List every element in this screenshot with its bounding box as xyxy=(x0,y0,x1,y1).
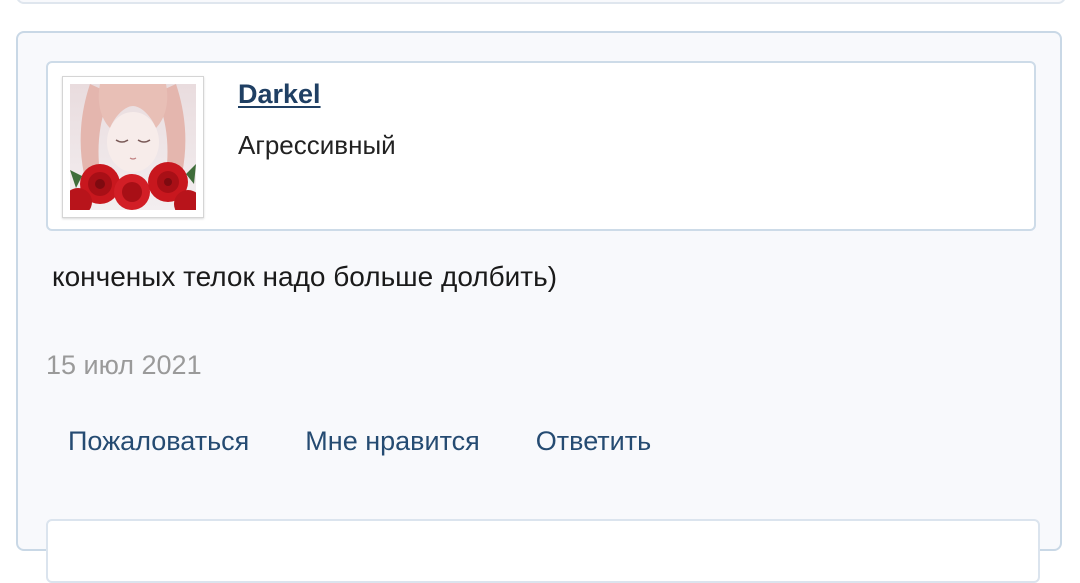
reply-button[interactable]: Ответить xyxy=(536,426,651,457)
post-message: конченых телок надо больше долбить) xyxy=(52,261,558,292)
like-button[interactable]: Мне нравится xyxy=(305,426,479,457)
anime-girl-roses-avatar-icon xyxy=(70,84,196,210)
next-block xyxy=(46,519,1040,583)
report-button[interactable]: Пожаловаться xyxy=(68,426,249,457)
author-name-link[interactable]: Darkel xyxy=(238,79,321,110)
post-card: Darkel Агрессивный конченых телок надо б… xyxy=(16,31,1062,583)
avatar[interactable] xyxy=(62,76,204,218)
previous-post-card xyxy=(16,0,1066,4)
post-actions: Пожаловаться Мне нравится Ответить xyxy=(68,426,651,457)
author-block: Darkel Агрессивный xyxy=(46,61,1036,231)
author-title: Агрессивный xyxy=(238,130,396,160)
post-date: 15 июл 2021 xyxy=(46,350,202,380)
